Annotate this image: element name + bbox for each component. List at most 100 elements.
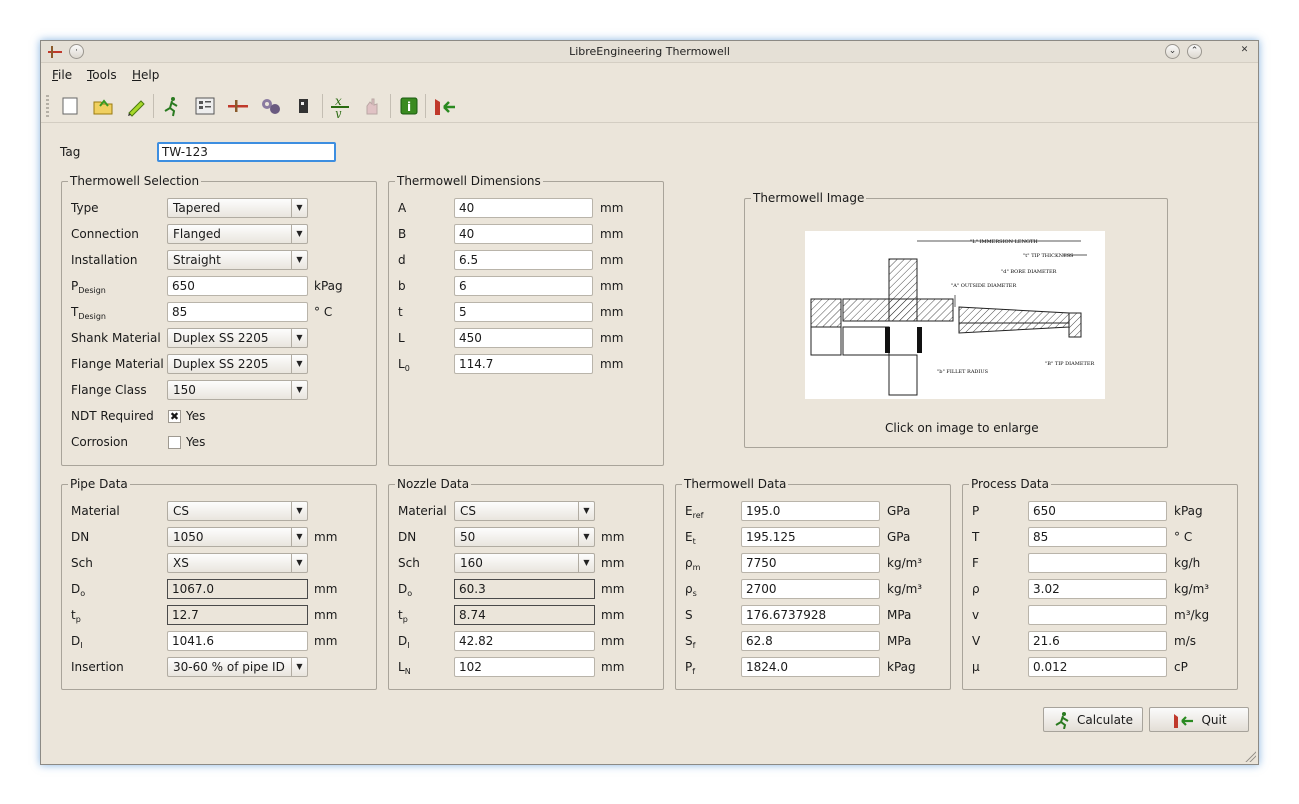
- t-design-input[interactable]: 85: [167, 302, 308, 322]
- process-data-symbol: P: [972, 504, 980, 518]
- chevron-down-icon: ▼: [291, 251, 307, 269]
- connector-icon[interactable]: [292, 94, 316, 118]
- thermowell-icon[interactable]: [226, 94, 250, 118]
- dimension-input[interactable]: 5: [454, 302, 593, 322]
- thermowell-data-input[interactable]: 7750: [741, 553, 880, 573]
- thermowell-data-input[interactable]: 195.125: [741, 527, 880, 547]
- thermowell-data-input[interactable]: 62.8: [741, 631, 880, 651]
- chevron-down-icon: ▼: [291, 199, 307, 217]
- process-data-label: T: [972, 530, 979, 544]
- p-design-input[interactable]: 650: [167, 276, 308, 296]
- ndt-checkbox[interactable]: ✖: [168, 410, 181, 423]
- thermowell-data-sub: f: [692, 667, 696, 676]
- run-icon: [1055, 711, 1069, 729]
- nozzle-material-select[interactable]: CS ▼: [454, 501, 595, 521]
- pipe-di-input[interactable]: 1041.6: [167, 631, 308, 651]
- toolbar-grip[interactable]: [46, 95, 49, 119]
- process-data-input[interactable]: [1028, 553, 1167, 573]
- type-select[interactable]: Tapered ▼: [167, 198, 308, 218]
- chevron-down-icon: ▼: [291, 329, 307, 347]
- process-data-input[interactable]: 0.012: [1028, 657, 1167, 677]
- nozzle-sch-select[interactable]: 160 ▼: [454, 553, 595, 573]
- ndt-check-label: Yes: [186, 409, 206, 423]
- flange-material-select[interactable]: Duplex SS 2205 ▼: [167, 354, 308, 374]
- dimension-input[interactable]: 40: [454, 224, 593, 244]
- nozzle-sch-unit: mm: [601, 556, 625, 570]
- corrosion-checkbox[interactable]: [168, 436, 181, 449]
- dimension-input[interactable]: 6: [454, 276, 593, 296]
- process-data-unit: ° C: [1174, 530, 1193, 544]
- thermowell-data-input[interactable]: 2700: [741, 579, 880, 599]
- pipe-dn-unit: mm: [314, 530, 338, 544]
- calculate-button[interactable]: Calculate: [1043, 707, 1143, 732]
- new-icon[interactable]: [58, 94, 82, 118]
- chevron-down-icon: ▼: [291, 658, 307, 676]
- dimension-input[interactable]: 6.5: [454, 250, 593, 270]
- dimension-symbol: t: [398, 305, 403, 319]
- pipe-tp-label: tp: [71, 608, 81, 624]
- process-data-label: F: [972, 556, 979, 570]
- list-icon[interactable]: [193, 94, 217, 118]
- pipe-di-sub: I: [80, 641, 83, 650]
- save-icon[interactable]: [124, 94, 148, 118]
- pipe-tp-unit: mm: [314, 608, 338, 622]
- connection-select[interactable]: Flanged ▼: [167, 224, 308, 244]
- thermowell-data-input[interactable]: 176.6737928: [741, 605, 880, 625]
- dimension-symbol: A: [398, 201, 407, 215]
- pipe-do-sub: o: [80, 589, 86, 598]
- piping-icon[interactable]: [259, 94, 283, 118]
- hand-icon[interactable]: [360, 94, 384, 118]
- menu-file[interactable]: File: [52, 68, 72, 82]
- thermowell-data-symbol: ρ: [685, 556, 693, 570]
- minimize-icon[interactable]: ⌄: [1165, 44, 1180, 59]
- insertion-select[interactable]: 30-60 % of pipe ID ▼: [167, 657, 308, 677]
- flange-class-select[interactable]: 150 ▼: [167, 380, 308, 400]
- info-icon[interactable]: i: [397, 94, 421, 118]
- open-icon[interactable]: [91, 94, 115, 118]
- nozzle-ln-symbol: L: [398, 660, 405, 674]
- dimension-unit: mm: [600, 305, 624, 319]
- process-data-input[interactable]: [1028, 605, 1167, 625]
- dimension-input[interactable]: 450: [454, 328, 593, 348]
- window-title: LibreEngineering Thermowell: [569, 45, 730, 58]
- nozzle-di-input[interactable]: 42.82: [454, 631, 595, 651]
- quit-button[interactable]: Quit: [1149, 707, 1249, 732]
- dimension-input[interactable]: 40: [454, 198, 593, 218]
- nozzle-dn-select[interactable]: 50 ▼: [454, 527, 595, 547]
- tag-input[interactable]: TW-123: [157, 142, 336, 162]
- process-data-input[interactable]: 650: [1028, 501, 1167, 521]
- run-icon[interactable]: [159, 94, 183, 118]
- pipe-di-label: DI: [71, 634, 83, 650]
- dimension-input[interactable]: 114.7: [454, 354, 593, 374]
- shank-material-select[interactable]: Duplex SS 2205 ▼: [167, 328, 308, 348]
- pipe-dn-value: 1050: [173, 530, 204, 544]
- menu-tools[interactable]: Tools: [87, 68, 117, 82]
- thermowell-data-input[interactable]: 1824.0: [741, 657, 880, 677]
- chevron-down-icon: ▼: [291, 355, 307, 373]
- pipe-dn-select[interactable]: 1050 ▼: [167, 527, 308, 547]
- nozzle-ln-input[interactable]: 102: [454, 657, 595, 677]
- menu-help[interactable]: Help: [132, 68, 159, 82]
- thermowell-data-unit: kg/m³: [887, 556, 923, 570]
- thermowell-data-sub: f: [692, 641, 696, 650]
- installation-value: Straight: [173, 253, 221, 267]
- process-data-input[interactable]: 3.02: [1028, 579, 1167, 599]
- maximize-icon[interactable]: ⌃: [1187, 44, 1202, 59]
- function-icon[interactable]: xy: [328, 94, 352, 118]
- thermowell-drawing[interactable]: "L" IMMERSION LENGTH "t" TIP THICKNESS "…: [805, 231, 1105, 399]
- nozzle-do-symbol: D: [398, 582, 408, 596]
- nozzle-ln-unit: mm: [601, 660, 625, 674]
- process-data-label: ρ: [972, 582, 980, 596]
- close-icon[interactable]: ✕: [1237, 44, 1252, 59]
- thermowell-data-input[interactable]: 195.0: [741, 501, 880, 521]
- pipe-sch-select[interactable]: XS ▼: [167, 553, 308, 573]
- installation-select[interactable]: Straight ▼: [167, 250, 308, 270]
- dimension-label: L: [398, 331, 405, 347]
- thermowell-data-unit: kPag: [887, 660, 916, 674]
- resize-grip[interactable]: [1244, 750, 1256, 762]
- pipe-material-select[interactable]: CS ▼: [167, 501, 308, 521]
- process-data-input[interactable]: 21.6: [1028, 631, 1167, 651]
- quit-icon[interactable]: [431, 94, 455, 118]
- process-data-input[interactable]: 85: [1028, 527, 1167, 547]
- thermowell-data-label: ρs: [685, 582, 697, 598]
